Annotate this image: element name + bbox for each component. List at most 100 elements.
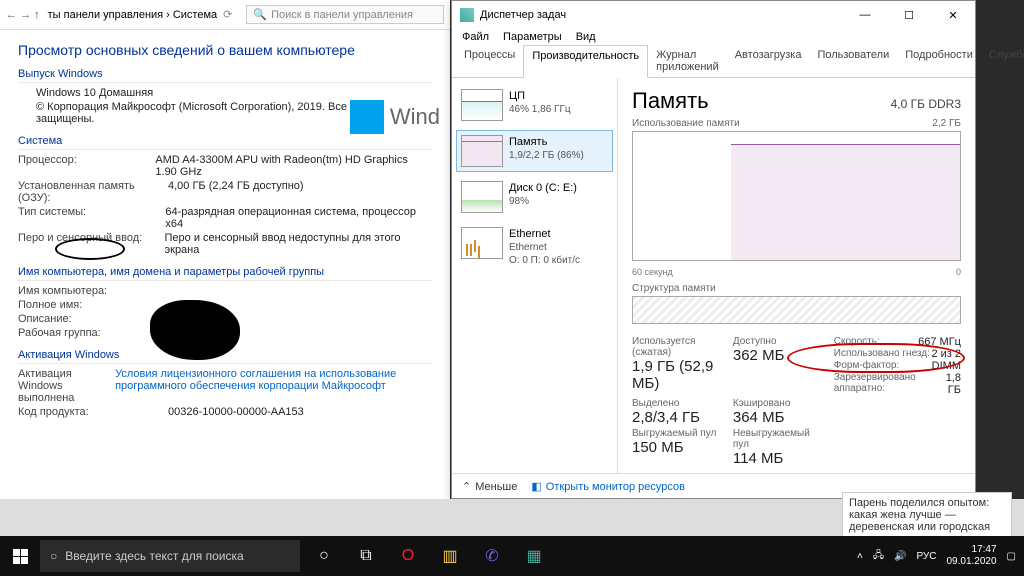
- taskbar-pinned: ○ ⧉ O ▥ ✆ ▦: [304, 536, 554, 576]
- news-snippet[interactable]: Парень поделился опытом: какая жена лучш…: [842, 492, 1012, 538]
- breadcrumb[interactable]: ты панели управления › Система: [48, 9, 218, 21]
- used-v: 1,9 ГБ (52,9 МБ): [632, 358, 723, 392]
- taskbar-search-placeholder: Введите здесь текст для поиска: [65, 549, 243, 563]
- paged-v: 150 МБ: [632, 439, 723, 456]
- struct-label: Структура памяти: [632, 283, 961, 294]
- system-tray: ˄ 🖧 🔊 РУС 17:4709.01.2020 ▢: [849, 544, 1024, 568]
- ff-k: Форм-фактор:: [834, 360, 900, 372]
- tab-bar: Процессы Производительность Журнал прило…: [452, 45, 975, 78]
- slots-k: Использовано гнезд:: [834, 348, 930, 360]
- sidebar-disk[interactable]: Диск 0 (C: E:)98%: [456, 176, 613, 218]
- disk-sub: 98%: [509, 195, 577, 208]
- address-bar: ← → ↑ ты панели управления › Система ⟳ 🔍…: [0, 0, 450, 30]
- minimize-button[interactable]: —: [843, 1, 887, 29]
- memory-stats: Используется (сжатая)1,9 ГБ (52,9 МБ) До…: [632, 336, 961, 467]
- titlebar[interactable]: Диспетчер задач — ☐ ✕: [452, 1, 975, 29]
- resource-title: Память: [632, 88, 709, 114]
- memory-usage-graph[interactable]: [632, 131, 961, 261]
- license-link[interactable]: Условия лицензионного соглашения на испо…: [115, 368, 432, 404]
- annotation-circle: [55, 238, 125, 260]
- windows-logo-text: Wind: [390, 104, 440, 130]
- chevron-right-icon: ›: [166, 9, 170, 21]
- volume-icon[interactable]: 🔊: [894, 551, 906, 562]
- cache-v: 364 МБ: [733, 409, 824, 426]
- tab-performance[interactable]: Производительность: [523, 45, 648, 78]
- crumb-parent[interactable]: ты панели управления: [48, 9, 164, 21]
- speed-k: Скорость:: [834, 336, 880, 348]
- explorer-icon[interactable]: ▥: [430, 536, 470, 576]
- fewer-details-label: Меньше: [475, 481, 517, 493]
- clock-time: 17:47: [946, 544, 996, 556]
- system-properties-window: ← → ↑ ты панели управления › Система ⟳ 🔍…: [0, 0, 450, 499]
- notifications-icon[interactable]: ▢: [1007, 551, 1016, 562]
- eth-name: Ethernet: [509, 227, 580, 241]
- avail-k: Доступно: [733, 336, 824, 347]
- memory-composition-bar[interactable]: [632, 296, 961, 324]
- graph-label-right: 2,2 ГБ: [932, 118, 961, 129]
- cpu-thumb-icon: [461, 89, 503, 121]
- menu-options[interactable]: Параметры: [503, 31, 562, 43]
- cortana-icon[interactable]: ○: [304, 536, 344, 576]
- resource-monitor-link[interactable]: ◧Открыть монитор ресурсов: [531, 480, 685, 493]
- eth-sub: Ethernet: [509, 241, 580, 254]
- ram-value: 4,00 ГБ (2,24 ГБ доступно): [168, 180, 304, 204]
- cpu-name: ЦП: [509, 89, 571, 103]
- taskmgr-taskbar-icon[interactable]: ▦: [514, 536, 554, 576]
- cpu-label: Процессор:: [18, 154, 155, 178]
- tab-details[interactable]: Подробности: [897, 45, 981, 77]
- taskbar: ○Введите здесь текст для поиска ○ ⧉ O ▥ …: [0, 536, 1024, 576]
- redaction-blob: [150, 300, 240, 360]
- performance-main: Память4,0 ГБ DDR3 Использование памяти2,…: [618, 78, 975, 473]
- taskview-icon[interactable]: ⧉: [346, 536, 386, 576]
- product-key-label: Код продукта:: [18, 406, 168, 418]
- resource-spec: 4,0 ГБ DDR3: [891, 97, 961, 111]
- tab-processes[interactable]: Процессы: [456, 45, 523, 77]
- sidebar-ethernet[interactable]: EthernetEthernetО: 0 П: 0 кбит/с: [456, 222, 613, 272]
- section-domain: Имя компьютера, имя домена и параметры р…: [18, 266, 432, 281]
- viber-icon[interactable]: ✆: [472, 536, 512, 576]
- sidebar-cpu[interactable]: ЦП46% 1,86 ГГц: [456, 84, 613, 126]
- tab-users[interactable]: Пользователи: [809, 45, 897, 77]
- language-indicator[interactable]: РУС: [916, 551, 936, 562]
- activation-status: Активация Windows выполнена: [18, 368, 115, 404]
- close-button[interactable]: ✕: [931, 1, 975, 29]
- windows-icon: [350, 100, 384, 134]
- x-axis-right: 0: [956, 267, 961, 277]
- ff-v: DIMM: [932, 360, 961, 372]
- desc-label: Описание:: [18, 313, 168, 325]
- nonpaged-k: Невыгружаемый пул: [733, 428, 824, 450]
- control-panel-search[interactable]: 🔍 Поиск в панели управления: [246, 5, 444, 24]
- resmon-icon: ◧: [531, 480, 541, 493]
- menu-view[interactable]: Вид: [576, 31, 596, 43]
- systype-label: Тип системы:: [18, 206, 165, 230]
- pen-value: Перо и сенсорный ввод недоступны для это…: [165, 232, 432, 256]
- fewer-details-button[interactable]: ⌃Меньше: [462, 480, 517, 493]
- tab-startup[interactable]: Автозагрузка: [727, 45, 810, 77]
- tab-app-history[interactable]: Журнал приложений: [648, 45, 727, 77]
- clock-date: 09.01.2020: [946, 556, 996, 568]
- opera-icon[interactable]: O: [388, 536, 428, 576]
- crumb-current[interactable]: Система: [173, 9, 217, 21]
- clock[interactable]: 17:4709.01.2020: [946, 544, 996, 568]
- disk-name: Диск 0 (C: E:): [509, 181, 577, 195]
- used-k: Используется (сжатая): [632, 336, 723, 358]
- cpu-value: AMD A4-3300M APU with Radeon(tm) HD Grap…: [155, 154, 432, 178]
- mem-sub: 1,9/2,2 ГБ (86%): [509, 149, 584, 162]
- taskbar-search[interactable]: ○Введите здесь текст для поиска: [40, 540, 300, 572]
- edition-name: Windows 10 Домашняя: [36, 87, 153, 99]
- tray-chevron-icon[interactable]: ˄: [857, 551, 863, 562]
- sidebar-memory[interactable]: Память1,9/2,2 ГБ (86%): [456, 130, 613, 172]
- start-button[interactable]: [0, 536, 40, 576]
- network-icon[interactable]: 🖧: [873, 548, 884, 565]
- maximize-button[interactable]: ☐: [887, 1, 931, 29]
- workgroup-label: Рабочая группа:: [18, 327, 168, 339]
- ram-label: Установленная память (ОЗУ):: [18, 180, 168, 204]
- refresh-icon[interactable]: ⟳: [223, 8, 232, 21]
- memory-thumb-icon: [461, 135, 503, 167]
- menu-file[interactable]: Файл: [462, 31, 489, 43]
- tab-services[interactable]: Службы: [981, 45, 1024, 77]
- avail-v: 362 МБ: [733, 347, 824, 364]
- menu-bar: Файл Параметры Вид: [452, 29, 975, 45]
- nav-arrows[interactable]: ← → ↑: [6, 9, 40, 21]
- slots-v: 2 из 2: [931, 348, 961, 360]
